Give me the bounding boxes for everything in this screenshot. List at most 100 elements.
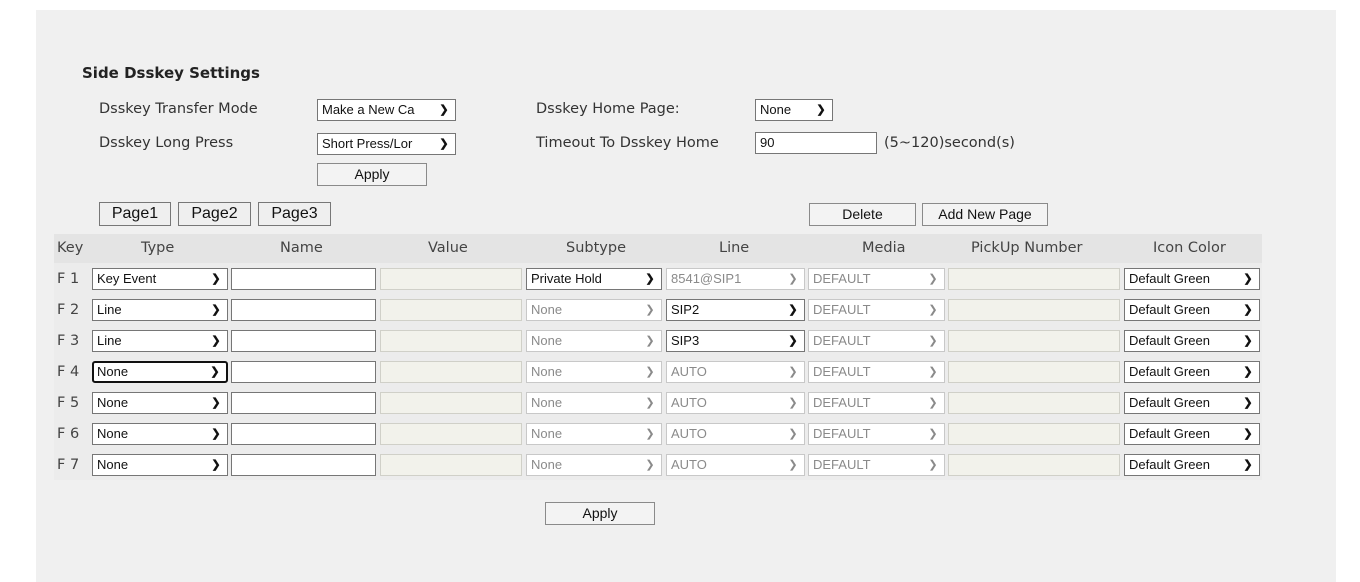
type-select[interactable]: Line ❯ — [92, 330, 228, 352]
type-value: None — [97, 426, 129, 441]
line-select[interactable]: 8541@SIP1 ❯ — [666, 268, 805, 290]
row-key: F 7 — [57, 457, 80, 473]
pickup-number-input[interactable] — [948, 330, 1120, 352]
icon-color-select[interactable]: Default Green ❯ — [1124, 299, 1260, 321]
type-value: Key Event — [97, 271, 157, 286]
page2-button[interactable]: Page2 — [178, 202, 251, 226]
col-name: Name — [280, 240, 323, 256]
timeout-input[interactable]: 90 — [755, 132, 877, 154]
pickup-number-input[interactable] — [948, 268, 1120, 290]
icon-color-select[interactable]: Default Green ❯ — [1124, 361, 1260, 383]
chevron-down-icon: ❯ — [1243, 273, 1253, 285]
line-value: AUTO — [671, 395, 707, 410]
subtype-value: None — [531, 426, 563, 441]
subtype-select[interactable]: None ❯ — [526, 299, 662, 321]
transfer-mode-select[interactable]: Make a New Ca ❯ — [317, 99, 456, 121]
line-select[interactable]: AUTO ❯ — [666, 361, 805, 383]
name-input[interactable] — [231, 392, 376, 414]
media-select[interactable]: DEFAULT ❯ — [808, 454, 945, 476]
line-value: SIP2 — [671, 302, 700, 317]
line-value: SIP3 — [671, 333, 700, 348]
pickup-number-input[interactable] — [948, 361, 1120, 383]
subtype-select[interactable]: None ❯ — [526, 392, 662, 414]
chevron-down-icon: ❯ — [788, 335, 798, 347]
name-input[interactable] — [231, 268, 376, 290]
pickup-number-input[interactable] — [948, 454, 1120, 476]
subtype-select[interactable]: None ❯ — [526, 423, 662, 445]
type-select[interactable]: Line ❯ — [92, 299, 228, 321]
chevron-down-icon: ❯ — [210, 366, 220, 378]
home-page-select[interactable]: None ❯ — [755, 99, 833, 121]
value-input[interactable] — [380, 361, 522, 383]
type-select[interactable]: None ❯ — [92, 454, 228, 476]
chevron-down-icon: ❯ — [928, 428, 938, 440]
delete-button[interactable]: Delete — [809, 203, 916, 226]
chevron-down-icon: ❯ — [928, 459, 938, 471]
chevron-down-icon: ❯ — [928, 273, 938, 285]
chevron-down-icon: ❯ — [645, 335, 655, 347]
long-press-select[interactable]: Short Press/Lor ❯ — [317, 133, 456, 155]
value-input[interactable] — [380, 423, 522, 445]
chevron-down-icon: ❯ — [645, 428, 655, 440]
chevron-down-icon: ❯ — [928, 397, 938, 409]
col-type: Type — [141, 240, 175, 256]
settings-apply-button[interactable]: Apply — [317, 163, 427, 186]
line-select[interactable]: AUTO ❯ — [666, 454, 805, 476]
type-value: Line — [97, 302, 122, 317]
chevron-down-icon: ❯ — [1243, 366, 1253, 378]
media-select[interactable]: DEFAULT ❯ — [808, 392, 945, 414]
col-pickup-number: PickUp Number — [971, 240, 1083, 256]
subtype-value: None — [531, 457, 563, 472]
page3-button[interactable]: Page3 — [258, 202, 331, 226]
media-select[interactable]: DEFAULT ❯ — [808, 330, 945, 352]
line-select[interactable]: SIP3 ❯ — [666, 330, 805, 352]
media-value: DEFAULT — [813, 271, 871, 286]
name-input[interactable] — [231, 361, 376, 383]
add-new-page-button[interactable]: Add New Page — [922, 203, 1048, 226]
icon-color-select[interactable]: Default Green ❯ — [1124, 454, 1260, 476]
name-input[interactable] — [231, 299, 376, 321]
value-input[interactable] — [380, 330, 522, 352]
pickup-number-input[interactable] — [948, 392, 1120, 414]
value-input[interactable] — [380, 392, 522, 414]
subtype-select[interactable]: Private Hold ❯ — [526, 268, 662, 290]
media-select[interactable]: DEFAULT ❯ — [808, 423, 945, 445]
type-select[interactable]: None ❯ — [92, 361, 228, 383]
media-value: DEFAULT — [813, 426, 871, 441]
line-select[interactable]: AUTO ❯ — [666, 392, 805, 414]
media-select[interactable]: DEFAULT ❯ — [808, 361, 945, 383]
icon-color-select[interactable]: Default Green ❯ — [1124, 392, 1260, 414]
chevron-down-icon: ❯ — [816, 104, 826, 116]
subtype-select[interactable]: None ❯ — [526, 330, 662, 352]
page1-button[interactable]: Page1 — [99, 202, 171, 226]
media-select[interactable]: DEFAULT ❯ — [808, 268, 945, 290]
line-select[interactable]: AUTO ❯ — [666, 423, 805, 445]
apply-button[interactable]: Apply — [545, 502, 655, 525]
long-press-label: Dsskey Long Press — [99, 135, 234, 151]
value-input[interactable] — [380, 299, 522, 321]
pickup-number-input[interactable] — [948, 299, 1120, 321]
name-input[interactable] — [231, 423, 376, 445]
type-select[interactable]: None ❯ — [92, 392, 228, 414]
icon-color-value: Default Green — [1129, 271, 1210, 286]
line-select[interactable]: SIP2 ❯ — [666, 299, 805, 321]
type-select[interactable]: None ❯ — [92, 423, 228, 445]
chevron-down-icon: ❯ — [928, 304, 938, 316]
icon-color-value: Default Green — [1129, 302, 1210, 317]
icon-color-select[interactable]: Default Green ❯ — [1124, 423, 1260, 445]
name-input[interactable] — [231, 454, 376, 476]
icon-color-select[interactable]: Default Green ❯ — [1124, 330, 1260, 352]
col-line: Line — [719, 240, 750, 256]
value-input[interactable] — [380, 454, 522, 476]
row-key: F 4 — [57, 364, 80, 380]
pickup-number-input[interactable] — [948, 423, 1120, 445]
row-key: F 3 — [57, 333, 80, 349]
type-select[interactable]: Key Event ❯ — [92, 268, 228, 290]
value-input[interactable] — [380, 268, 522, 290]
name-input[interactable] — [231, 330, 376, 352]
subtype-select[interactable]: None ❯ — [526, 454, 662, 476]
subtype-select[interactable]: None ❯ — [526, 361, 662, 383]
media-select[interactable]: DEFAULT ❯ — [808, 299, 945, 321]
icon-color-select[interactable]: Default Green ❯ — [1124, 268, 1260, 290]
line-value: AUTO — [671, 457, 707, 472]
